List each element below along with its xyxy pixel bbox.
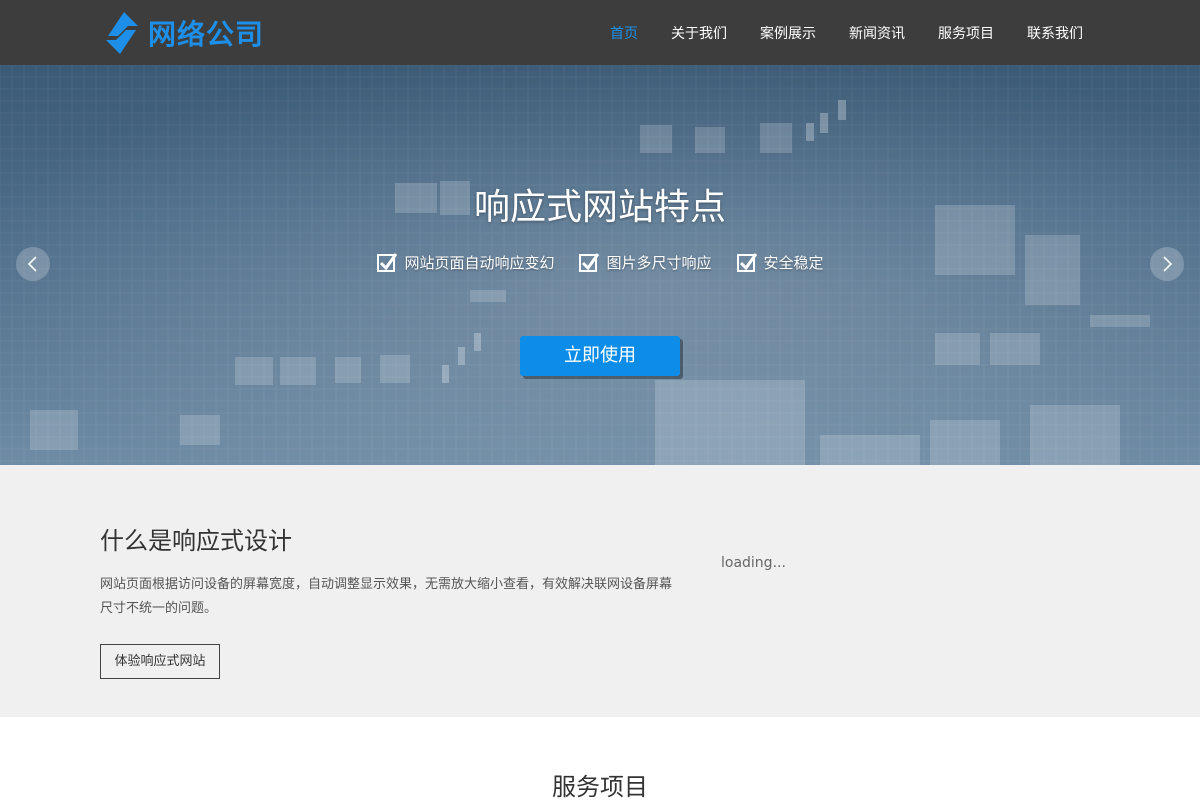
feature-item: 网站页面自动响应变幻 (376, 251, 554, 273)
hero-title: 响应式网站特点 (473, 187, 726, 228)
intro-section: 什么是响应式设计 网站页面根据访问设备的屏幕宽度，自动调整显示效果，无需放大缩小… (0, 465, 1200, 717)
feature-item: 图片多尺寸响应 (578, 251, 712, 273)
intro-description: 网站页面根据访问设备的屏幕宽度，自动调整显示效果，无需放大缩小查看，有效解决联网… (100, 577, 673, 616)
logo-text: 网络公司 (148, 18, 265, 51)
feature-label: 图片多尺寸响应 (606, 253, 712, 272)
nav-item-home[interactable]: 首页 (610, 23, 638, 43)
nav-item-services[interactable]: 服务项目 (938, 23, 994, 43)
services-title: 服务项目 (552, 773, 648, 800)
feature-item: 安全稳定 (736, 251, 824, 273)
nav-item-contact[interactable]: 联系我们 (1027, 23, 1083, 43)
checkmark-icon (736, 253, 757, 272)
nav-item-news[interactable]: 新闻资讯 (849, 23, 905, 43)
nav-item-cases[interactable]: 案例展示 (760, 23, 816, 43)
loading-text: loading... (721, 555, 786, 571)
checkmark-icon (579, 253, 600, 272)
feature-label: 安全稳定 (763, 253, 824, 272)
feature-label: 网站页面自动响应变幻 (404, 253, 555, 272)
services-section: 服务项目 (0, 717, 1200, 800)
feature-list: 网站页面自动响应变幻 图片多尺寸响应 安全稳定 (0, 251, 1200, 273)
use-now-button[interactable]: 立即使用 (520, 336, 680, 376)
logo-icon (106, 12, 138, 54)
logo[interactable]: 网络公司 (100, 9, 264, 57)
site-header: 网络公司 首页 关于我们 案例展示 新闻资讯 服务项目 联系我们 (0, 0, 1200, 65)
nav-item-about[interactable]: 关于我们 (671, 23, 727, 43)
main-nav: 首页 关于我们 案例展示 新闻资讯 服务项目 联系我们 (577, 0, 1083, 65)
try-responsive-button[interactable]: 体验响应式网站 (100, 644, 220, 679)
checkmark-icon (377, 253, 398, 272)
intro-title: 什么是响应式设计 (100, 527, 292, 555)
hero-banner: 响应式网站特点 网站页面自动响应变幻 图片多尺寸响应 安全稳定 立即使用 (0, 65, 1200, 465)
